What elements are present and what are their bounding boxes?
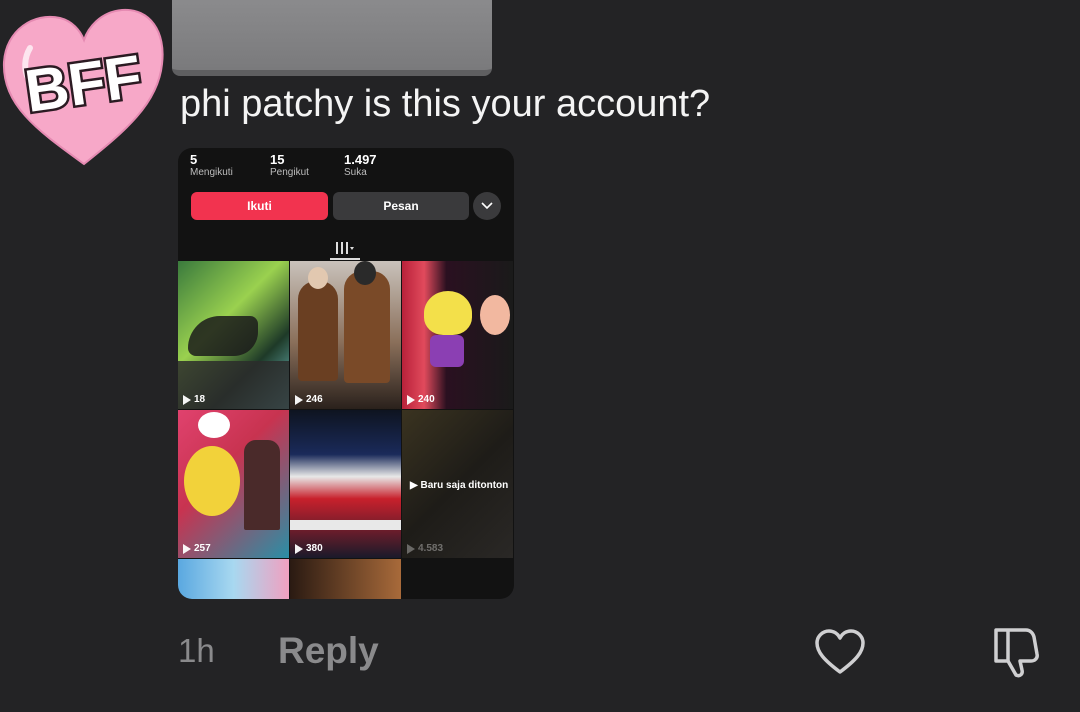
more-options-button[interactable] — [473, 192, 501, 220]
view-count-value: 380 — [306, 543, 323, 554]
tab-videos[interactable] — [330, 238, 360, 260]
view-count: 380 — [295, 543, 323, 554]
view-count: 18 — [183, 394, 205, 405]
video-thumbnail[interactable] — [290, 559, 401, 599]
view-count-value: 246 — [306, 394, 323, 405]
video-grid: 18 246 240 257 380 ▶ Baru saja ditonton … — [178, 261, 514, 599]
video-thumbnail[interactable]: 240 — [402, 261, 513, 409]
previous-image[interactable] — [172, 0, 492, 76]
view-count: 246 — [295, 394, 323, 405]
message-button[interactable]: Pesan — [333, 192, 469, 220]
stat-value: 15 — [270, 152, 285, 167]
recently-watched-text: Baru saja ditonton — [420, 480, 509, 491]
video-thumbnail[interactable]: ▶ Baru saja ditonton 4.583 — [402, 410, 513, 558]
attached-screenshot[interactable]: 5 Mengikuti 15 Pengikut 1.497 Suka Ikuti… — [178, 148, 514, 599]
view-count-value: 18 — [194, 394, 206, 405]
reply-button[interactable]: Reply — [278, 630, 379, 672]
dislike-button[interactable] — [986, 624, 1042, 680]
dislike-icon — [994, 628, 1039, 678]
play-icon — [407, 394, 415, 405]
stat-followers: 15 Pengikut — [270, 152, 309, 179]
video-thumbnail[interactable]: 257 — [178, 410, 289, 558]
stat-label: Suka — [344, 167, 367, 178]
play-icon — [295, 543, 303, 554]
recently-watched-label: ▶ Baru saja ditonton — [410, 480, 508, 491]
view-count: 240 — [407, 394, 435, 405]
comment-timestamp: 1h — [178, 632, 215, 669]
video-thumbnail[interactable]: 380 — [290, 410, 401, 558]
play-icon — [183, 543, 191, 554]
stat-likes: 1.497 Suka — [344, 152, 377, 179]
chevron-down-icon — [481, 202, 493, 210]
stat-following: 5 Mengikuti — [190, 152, 233, 179]
video-thumbnail[interactable]: 18 — [178, 261, 289, 409]
view-count-value: 257 — [194, 543, 211, 554]
stat-value: 1.497 — [344, 152, 377, 167]
stat-label: Mengikuti — [190, 167, 233, 178]
view-count: 257 — [183, 543, 211, 554]
stat-label: Pengikut — [270, 167, 309, 178]
stat-value: 5 — [190, 152, 198, 167]
video-thumbnail[interactable] — [178, 559, 289, 599]
play-icon — [407, 543, 415, 554]
view-count-value: 4.583 — [418, 543, 444, 554]
heart-icon — [815, 629, 865, 674]
video-thumbnail[interactable]: 246 — [290, 261, 401, 409]
comment-text: phi patchy is this your account? — [180, 83, 711, 125]
grid-icon — [336, 242, 354, 254]
follow-button[interactable]: Ikuti — [191, 192, 328, 220]
like-button[interactable] — [814, 628, 866, 676]
avatar[interactable]: BFF — [0, 8, 168, 168]
play-icon: ▶ — [410, 480, 418, 491]
play-icon — [183, 394, 191, 405]
view-count-value: 240 — [418, 394, 435, 405]
bff-heart-avatar-icon: BFF — [2, 8, 164, 166]
profile-stats: 5 Mengikuti 15 Pengikut 1.497 Suka — [190, 152, 514, 188]
view-count: 4.583 — [407, 543, 443, 554]
play-icon — [295, 394, 303, 405]
